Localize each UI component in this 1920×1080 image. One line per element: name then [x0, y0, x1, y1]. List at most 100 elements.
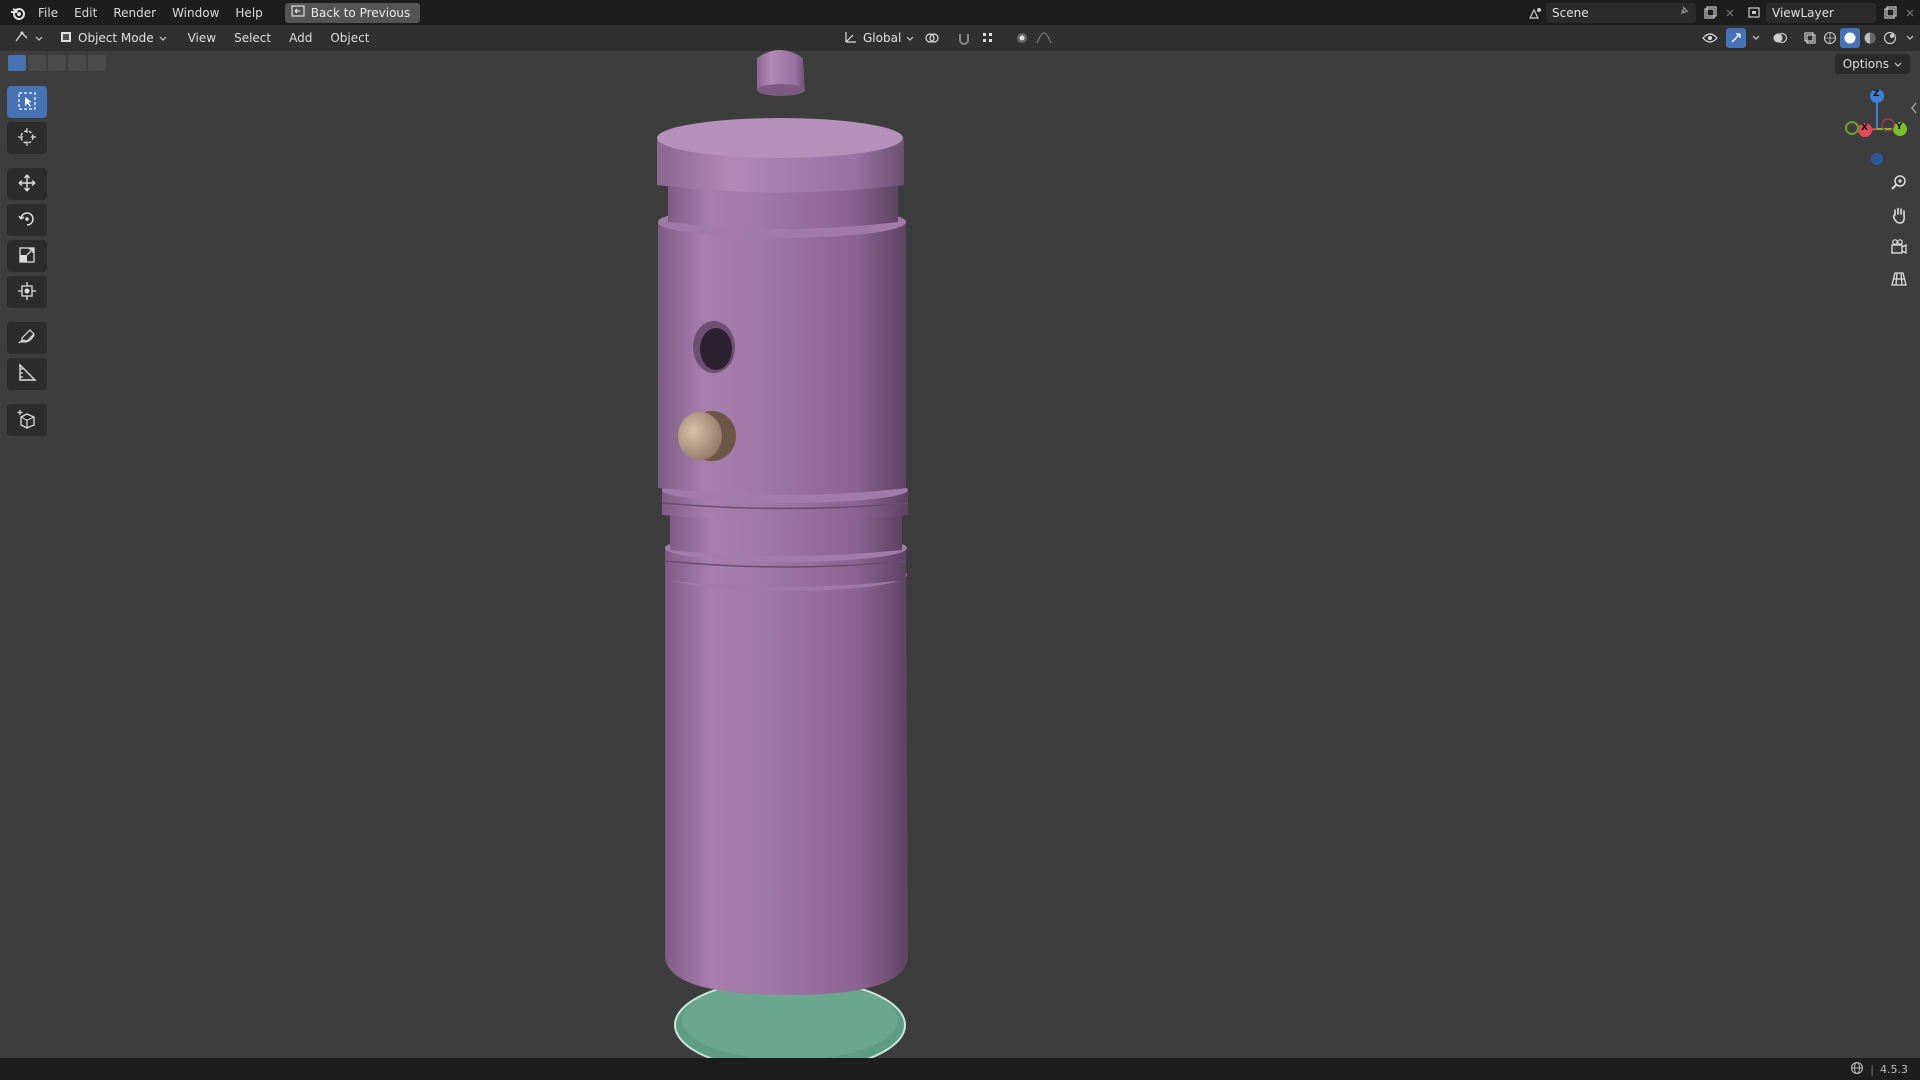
- view-layer-field[interactable]: ViewLayer: [1766, 2, 1876, 23]
- blender-logo-icon[interactable]: [6, 1, 30, 25]
- move-tool[interactable]: [7, 168, 47, 200]
- version-label: 4.5.3: [1880, 1062, 1908, 1076]
- chevron-down-icon: [35, 31, 43, 45]
- chevron-down-icon: [159, 31, 167, 45]
- snap-toggle-icon[interactable]: [955, 28, 975, 48]
- rotate-tool[interactable]: [7, 204, 47, 236]
- shading-dropdown-icon[interactable]: [1900, 28, 1920, 48]
- gizmo-dropdown-icon[interactable]: [1746, 28, 1766, 48]
- z-axis-label: Z: [1873, 89, 1880, 99]
- 3d-viewport-icon: [14, 30, 30, 47]
- view-layer-name: ViewLayer: [1772, 5, 1834, 20]
- orientation-icon: [844, 30, 858, 47]
- back-to-previous-button[interactable]: Back to Previous: [284, 2, 421, 23]
- editor-type-dropdown[interactable]: [8, 28, 49, 48]
- orientation-label: Global: [863, 31, 902, 45]
- zoom-icon[interactable]: [1886, 170, 1912, 196]
- pencil-icon: [17, 327, 37, 350]
- select-new-mode-icon[interactable]: [8, 55, 26, 71]
- navigation-gizmo[interactable]: Z Y X: [1830, 84, 1910, 174]
- menu-render[interactable]: Render: [105, 2, 164, 24]
- overlays-icon[interactable]: [1770, 28, 1790, 48]
- gizmo-toggle-icon[interactable]: [1726, 28, 1746, 48]
- object-mode-icon: [59, 30, 73, 47]
- transform-orientation-dropdown[interactable]: Global: [838, 28, 920, 48]
- snap-target-icon[interactable]: [978, 28, 998, 48]
- menu-add[interactable]: Add: [280, 31, 321, 45]
- chevron-down-icon: [1894, 57, 1902, 71]
- pin-icon[interactable]: [1678, 5, 1690, 20]
- neg-z-axis-handle[interactable]: [1871, 153, 1883, 165]
- new-scene-icon[interactable]: [1700, 3, 1720, 23]
- cursor-icon: [17, 127, 37, 150]
- falloff-curve-icon[interactable]: [1034, 28, 1054, 48]
- selection-mode-group: [8, 55, 106, 71]
- wireframe-shading-icon[interactable]: [1820, 28, 1840, 48]
- pivot-point-icon[interactable]: [922, 28, 942, 48]
- viewport-navigation-buttons: [1886, 170, 1912, 292]
- menu-select[interactable]: Select: [225, 31, 280, 45]
- x-axis-label: X: [1861, 123, 1868, 133]
- select-difference-mode-icon[interactable]: [68, 55, 86, 71]
- chevron-down-icon: [906, 31, 914, 45]
- viewport-scene[interactable]: [0, 0, 1920, 1080]
- menu-window[interactable]: Window: [164, 2, 227, 24]
- scene-selector-icon[interactable]: [1526, 3, 1546, 23]
- sidebar-toggle-icon[interactable]: [1910, 102, 1918, 117]
- select-subtract-mode-icon[interactable]: [48, 55, 66, 71]
- view-layer-selector-icon[interactable]: [1746, 3, 1766, 23]
- move-icon: [17, 173, 37, 196]
- options-dropdown[interactable]: Options: [1834, 54, 1910, 74]
- transform-icon: [17, 281, 37, 304]
- menu-file[interactable]: File: [30, 2, 66, 24]
- upper-body-cylinder[interactable]: [658, 206, 906, 495]
- cursor-tool[interactable]: [7, 122, 47, 154]
- camera-view-icon[interactable]: [1886, 234, 1912, 260]
- top-knob[interactable]: [757, 50, 805, 96]
- add-cube-icon: [17, 409, 37, 432]
- solid-shading-icon[interactable]: [1840, 28, 1860, 48]
- menu-view[interactable]: View: [179, 31, 225, 45]
- y-axis-label: Y: [1896, 122, 1903, 132]
- transform-tool[interactable]: [7, 276, 47, 308]
- options-label: Options: [1842, 57, 1889, 71]
- pan-hand-icon[interactable]: [1886, 202, 1912, 228]
- top-cap[interactable]: [657, 118, 904, 193]
- perspective-grid-icon[interactable]: [1886, 266, 1912, 292]
- network-globe-icon[interactable]: [1850, 1061, 1864, 1078]
- menu-object[interactable]: Object: [321, 31, 378, 45]
- visibility-icon[interactable]: [1700, 28, 1720, 48]
- rotate-icon: [17, 209, 37, 232]
- menu-edit[interactable]: Edit: [66, 2, 105, 24]
- select-intersect-mode-icon[interactable]: [88, 55, 106, 71]
- rendered-shading-icon[interactable]: [1880, 28, 1900, 48]
- material-preview-icon[interactable]: [1860, 28, 1880, 48]
- tan-button[interactable]: [678, 411, 736, 461]
- delete-scene-icon[interactable]: [1720, 3, 1740, 23]
- status-separator: |: [1870, 1062, 1874, 1076]
- delete-view-layer-icon[interactable]: [1900, 3, 1920, 23]
- select-extend-mode-icon[interactable]: [28, 55, 46, 71]
- mode-dropdown[interactable]: Object Mode: [53, 28, 173, 48]
- select-box-tool[interactable]: [7, 86, 47, 118]
- add-cube-tool[interactable]: [7, 404, 47, 436]
- scale-tool[interactable]: [7, 240, 47, 272]
- side-hole[interactable]: [693, 321, 735, 373]
- annotate-tool[interactable]: [7, 322, 47, 354]
- neck-ring[interactable]: [668, 168, 898, 229]
- new-view-layer-icon[interactable]: [1880, 3, 1900, 23]
- measure-tool[interactable]: [7, 358, 47, 390]
- scene-name: Scene: [1552, 5, 1589, 20]
- mode-label: Object Mode: [78, 31, 154, 45]
- select-box-icon: [17, 91, 37, 114]
- proportional-editing-icon[interactable]: [1012, 28, 1032, 48]
- xray-toggle-icon[interactable]: [1800, 28, 1820, 48]
- neg-y-axis-handle[interactable]: [1845, 121, 1859, 135]
- top-menu-bar: File Edit Render Window Help Back to Pre…: [0, 0, 1920, 25]
- lower-body-cylinder[interactable]: [665, 559, 908, 995]
- menu-help[interactable]: Help: [227, 2, 270, 24]
- middle-ring-section[interactable]: [661, 477, 909, 587]
- ruler-icon: [17, 362, 37, 386]
- scene-field[interactable]: Scene: [1546, 2, 1696, 23]
- status-bar: | 4.5.3: [0, 1058, 1920, 1080]
